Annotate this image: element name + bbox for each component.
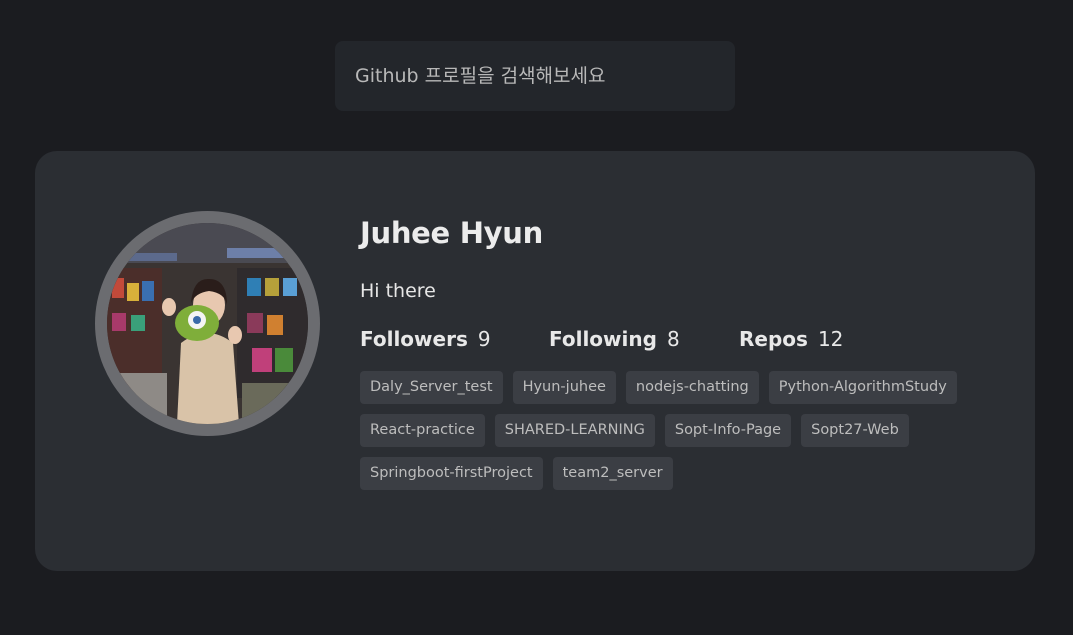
avatar-photo bbox=[107, 223, 308, 424]
repos-stat: Repos 12 bbox=[739, 327, 843, 351]
avatar bbox=[107, 223, 308, 424]
repo-chip[interactable]: Python-AlgorithmStudy bbox=[768, 371, 957, 404]
repos-label: Repos bbox=[739, 327, 808, 351]
following-stat: Following 8 bbox=[549, 327, 739, 351]
repo-chip[interactable]: Sopt-Info-Page bbox=[664, 414, 792, 447]
followers-stat: Followers 9 bbox=[360, 327, 549, 351]
repo-chip[interactable]: Daly_Server_test bbox=[360, 371, 503, 404]
repo-chip[interactable]: nodejs-chatting bbox=[625, 371, 759, 404]
repo-chip[interactable]: Sopt27-Web bbox=[801, 414, 909, 447]
following-label: Following bbox=[549, 327, 657, 351]
repo-chip[interactable]: SHARED-LEARNING bbox=[494, 414, 655, 447]
repo-chip[interactable]: Hyun-juhee bbox=[512, 371, 616, 404]
profile-info: Juhee Hyun Hi there Followers 9 Followin… bbox=[360, 215, 1000, 500]
repo-chip[interactable]: Springboot-firstProject bbox=[360, 457, 543, 490]
repos-count: 12 bbox=[817, 327, 844, 351]
profile-name: Juhee Hyun bbox=[360, 216, 543, 250]
followers-count: 9 bbox=[477, 327, 491, 351]
search-input[interactable] bbox=[335, 41, 735, 111]
following-count: 8 bbox=[666, 327, 680, 351]
repo-list: Daly_Server_test Hyun-juhee nodejs-chatt… bbox=[360, 371, 980, 500]
profile-bio: Hi there bbox=[360, 280, 436, 302]
repo-chip[interactable]: React-practice bbox=[360, 414, 485, 447]
followers-label: Followers bbox=[360, 327, 468, 351]
profile-stats: Followers 9 Following 8 Repos 12 bbox=[360, 326, 1000, 352]
profile-card: Juhee Hyun Hi there Followers 9 Followin… bbox=[35, 151, 1035, 571]
avatar-ring bbox=[95, 211, 320, 436]
repo-chip[interactable]: team2_server bbox=[552, 457, 673, 490]
